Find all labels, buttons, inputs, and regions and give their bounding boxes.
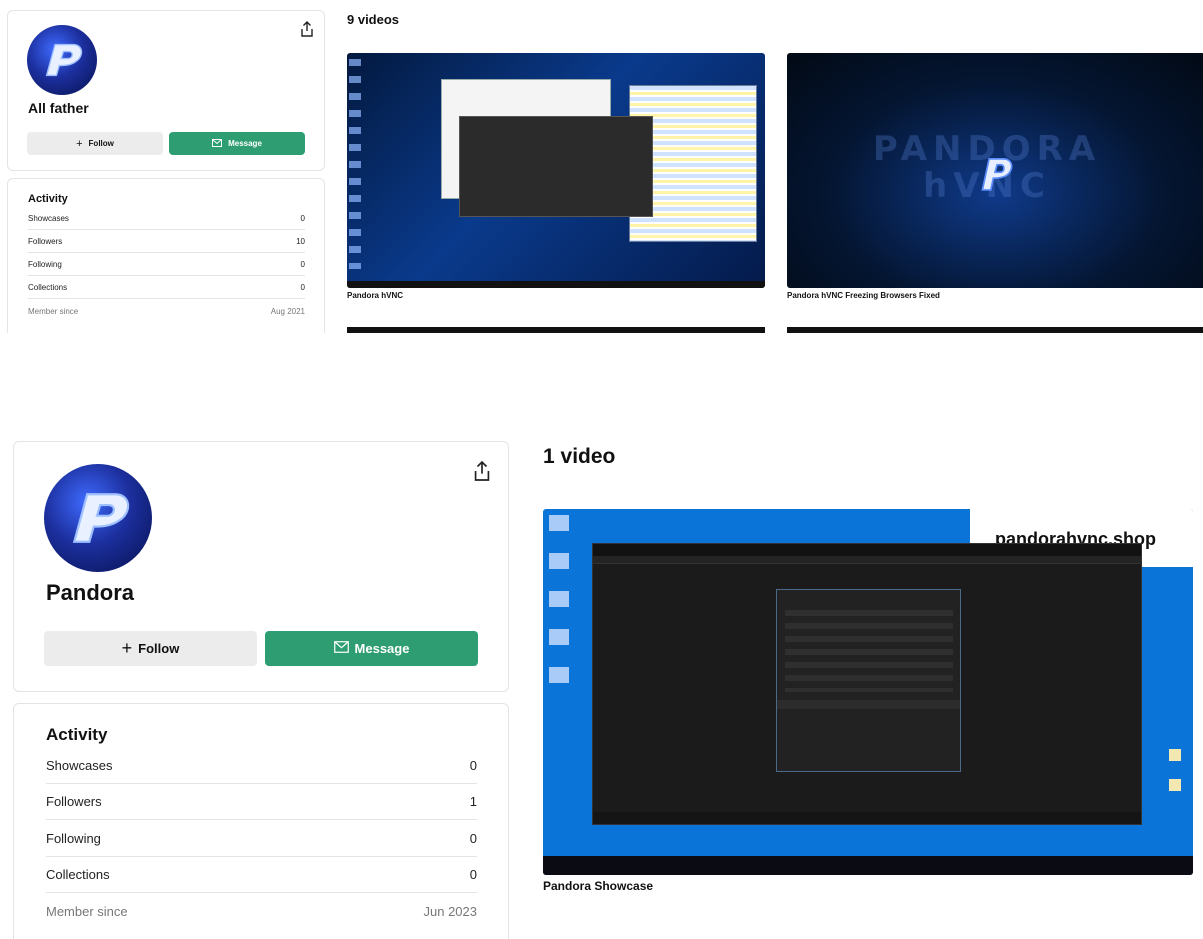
message-button[interactable]: Message (265, 631, 478, 666)
activity-value: 0 (469, 867, 477, 882)
activity-value: 0 (300, 282, 305, 292)
mail-icon (212, 138, 223, 149)
activity-value: 0 (469, 830, 477, 846)
video-thumbnail[interactable]: PANDORA hVNC (787, 53, 1203, 288)
activity-value: Aug 2021 (270, 307, 305, 316)
activity-label: Following (46, 830, 101, 846)
activity-value: 10 (296, 236, 305, 246)
avatar[interactable] (27, 25, 97, 95)
activity-label: Showcases (46, 757, 113, 773)
message-button[interactable]: Message (169, 132, 305, 155)
activity-row-followers: Followers 1 (46, 784, 477, 820)
build-client-bar (777, 700, 960, 709)
activity-value: 0 (300, 213, 305, 223)
avatar[interactable] (44, 464, 152, 572)
activity-value: 0 (469, 757, 477, 773)
video-count: 1 video (543, 445, 616, 468)
pandora-logo-icon (45, 43, 83, 77)
message-label: Message (228, 139, 262, 148)
activity-row-followers: Followers 10 (28, 230, 305, 253)
hvnc-toolbar (593, 544, 1141, 556)
activity-label: Collections (28, 282, 68, 292)
activity-title: Activity (28, 193, 68, 205)
pandora-logo-icon (971, 153, 1019, 195)
hvnc-status-bar (593, 812, 1141, 824)
share-icon[interactable] (473, 460, 491, 482)
video-thumbnail[interactable] (347, 53, 765, 288)
desktop-icons-right (1169, 749, 1181, 809)
activity-label: Member since (28, 307, 79, 316)
video-thumbnail-partial[interactable] (787, 327, 1203, 333)
profile-card: All father + Follow Message (7, 10, 325, 171)
follow-label: Follow (138, 641, 180, 656)
video-title[interactable]: Pandora hVNC (347, 291, 403, 300)
builder-fields (785, 610, 953, 692)
video-count: 9 videos (347, 12, 400, 27)
pandora-logo-icon (72, 493, 130, 543)
share-icon[interactable] (300, 21, 314, 37)
activity-card: Activity Showcases 0 Followers 10 Follow… (7, 178, 325, 333)
activity-row-following: Following 0 (46, 820, 477, 857)
activity-row-collections: Collections 0 (28, 276, 305, 299)
video-title[interactable]: Pandora hVNC Freezing Browsers Fixed (787, 291, 940, 300)
activity-value: 1 (469, 794, 477, 809)
video-title[interactable]: Pandora Showcase (543, 879, 653, 893)
activity-value: 0 (300, 259, 305, 269)
follow-button[interactable]: + Follow (27, 132, 163, 155)
activity-label: Followers (28, 236, 63, 246)
activity-label: Showcases (28, 213, 69, 223)
hvnc-main-window (592, 543, 1142, 825)
plus-icon: + (76, 137, 83, 150)
follow-label: Follow (88, 139, 114, 148)
profile-card: Pandora + Follow Message (13, 441, 509, 692)
hvnc-builder-dialog (776, 589, 961, 772)
top-profile-panel: All father + Follow Message Activity Sho… (0, 0, 1203, 333)
video-thumbnail[interactable]: pandorahvnc.shop (543, 509, 1193, 875)
bottom-profile-panel: Pandora + Follow Message Activity Showca… (0, 410, 1203, 939)
taskbar (347, 281, 765, 288)
activity-row-member-since: Member since Aug 2021 (28, 300, 305, 323)
activity-label: Member since (46, 904, 128, 919)
plus-icon: + (121, 638, 133, 658)
hvnc-table-header (593, 556, 1141, 564)
activity-title: Activity (46, 725, 108, 744)
activity-row-member-since: Member since Jun 2023 (46, 893, 477, 930)
follow-button[interactable]: + Follow (44, 631, 257, 666)
taskbar (543, 856, 1193, 875)
activity-row-collections: Collections 0 (46, 857, 477, 893)
activity-row-showcases: Showcases 0 (28, 207, 305, 230)
desktop-icons-column (549, 515, 569, 705)
mail-icon (333, 641, 349, 656)
video-thumbnail-partial[interactable] (347, 327, 765, 333)
activity-label: Collections (46, 867, 110, 882)
activity-label: Following (28, 259, 62, 269)
activity-label: Followers (46, 794, 102, 809)
activity-value: Jun 2023 (423, 904, 478, 919)
activity-card: Activity Showcases 0 Followers 1 Followi… (13, 703, 509, 939)
profile-name: All father (28, 100, 89, 116)
desktop-icons-column (349, 59, 361, 269)
activity-row-following: Following 0 (28, 253, 305, 276)
profile-name: Pandora (46, 580, 135, 605)
activity-row-showcases: Showcases 0 (46, 747, 477, 784)
message-label: Message (354, 641, 410, 656)
dark-dialog-window (459, 116, 653, 217)
